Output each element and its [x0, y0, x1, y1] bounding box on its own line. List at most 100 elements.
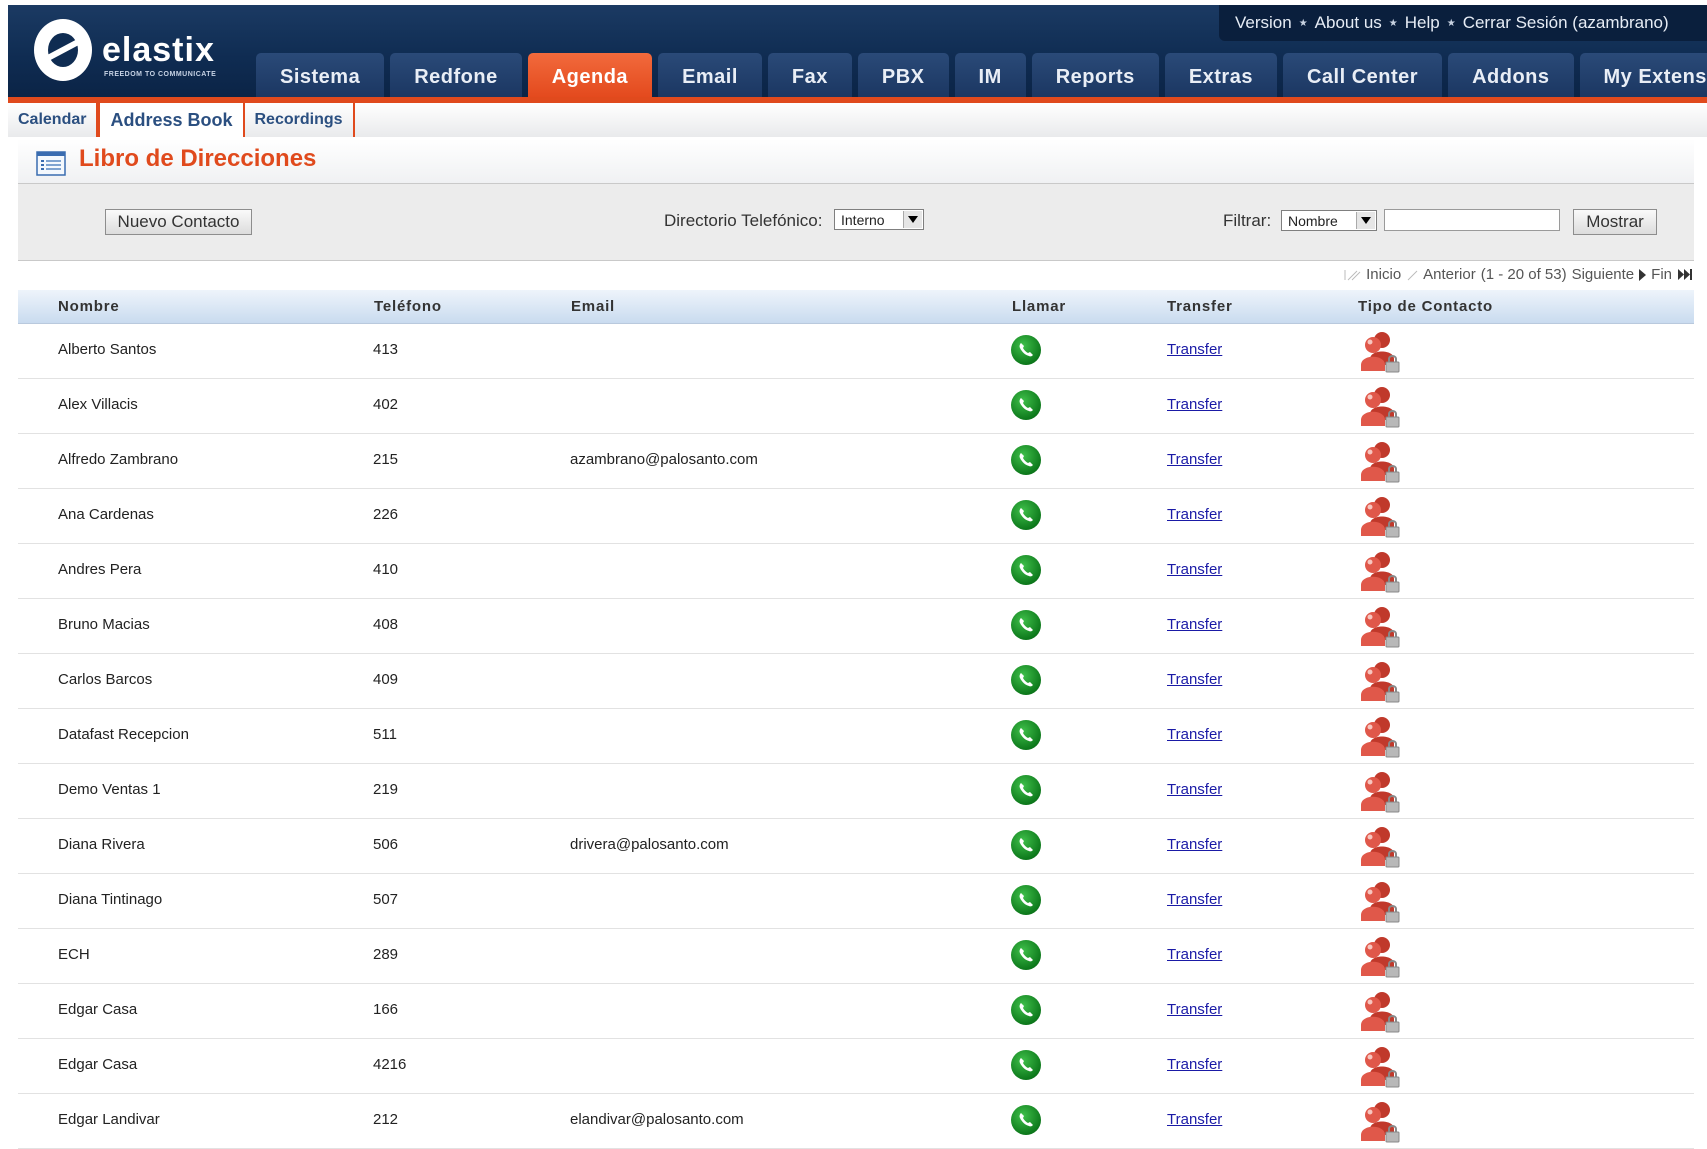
phone-call-icon[interactable] [1011, 335, 1041, 365]
contact-name: Alex Villacis [58, 396, 138, 413]
phone-call-icon[interactable] [1011, 390, 1041, 420]
contact-phone: 212 [373, 1111, 398, 1128]
help-link[interactable]: Help [1405, 13, 1440, 33]
tab-reports[interactable]: Reports [1032, 53, 1159, 101]
subtab-calendar[interactable]: Calendar [8, 103, 98, 137]
table-row: Andres Pera 410 Transfer [18, 543, 1694, 599]
logo-word: elastix [102, 31, 215, 70]
internal-contact-icon [1356, 824, 1402, 870]
prev-page-link[interactable]: Anterior [1423, 266, 1476, 283]
tab-addons[interactable]: Addons [1448, 53, 1573, 101]
internal-contact-icon [1356, 1099, 1402, 1145]
tab-extras[interactable]: Extras [1165, 53, 1277, 101]
transfer-link[interactable]: Transfer [1167, 506, 1222, 523]
next-page-icon[interactable] [1639, 269, 1646, 281]
phone-call-icon[interactable] [1011, 720, 1041, 750]
internal-contact-icon [1356, 879, 1402, 925]
phone-call-icon[interactable] [1011, 1105, 1041, 1135]
tab-my-extension[interactable]: My Extension [1580, 53, 1707, 101]
phone-call-icon[interactable] [1011, 1050, 1041, 1080]
last-page-link[interactable]: Fin [1651, 266, 1672, 283]
col-header-name[interactable]: Nombre [58, 298, 119, 315]
internal-contact-icon [1356, 1044, 1402, 1090]
directory-select[interactable]: Interno [834, 209, 924, 230]
contact-name: Alberto Santos [58, 341, 156, 358]
transfer-link[interactable]: Transfer [1167, 781, 1222, 798]
contact-phone: 166 [373, 1001, 398, 1018]
transfer-link[interactable]: Transfer [1167, 671, 1222, 688]
title-bar: Libro de Direcciones [18, 139, 1694, 183]
transfer-link[interactable]: Transfer [1167, 726, 1222, 743]
tab-agenda[interactable]: Agenda [528, 53, 652, 101]
phone-call-icon[interactable] [1011, 500, 1041, 530]
subtab-recordings[interactable]: Recordings [245, 103, 355, 137]
phone-call-icon[interactable] [1011, 445, 1041, 475]
transfer-link[interactable]: Transfer [1167, 616, 1222, 633]
transfer-link[interactable]: Transfer [1167, 1111, 1222, 1128]
about-us-link[interactable]: About us [1315, 13, 1382, 33]
contact-name: Demo Ventas 1 [58, 781, 161, 798]
tab-fax[interactable]: Fax [768, 53, 852, 101]
contact-email: elandivar@palosanto.com [570, 1111, 744, 1128]
internal-contact-icon [1356, 329, 1402, 375]
transfer-link[interactable]: Transfer [1167, 561, 1222, 578]
phone-call-icon[interactable] [1011, 775, 1041, 805]
tab-sistema[interactable]: Sistema [256, 53, 384, 101]
transfer-link[interactable]: Transfer [1167, 836, 1222, 853]
contact-name: Edgar Casa [58, 1056, 137, 1073]
contact-name: Edgar Casa [58, 1001, 137, 1018]
filter-panel: Nuevo Contacto Directorio Telefónico: In… [18, 183, 1694, 261]
tab-pbx[interactable]: PBX [858, 53, 949, 101]
subtab-address-book[interactable]: Address Book [98, 103, 244, 137]
tab-im[interactable]: IM [955, 53, 1026, 101]
version-link[interactable]: Version [1235, 13, 1292, 33]
internal-contact-icon [1356, 384, 1402, 430]
transfer-link[interactable]: Transfer [1167, 1001, 1222, 1018]
filter-field-value: Nombre [1288, 213, 1338, 229]
page-range: (1 - 20 of 53) [1481, 266, 1567, 283]
col-header-email[interactable]: Email [571, 298, 615, 315]
phone-call-icon[interactable] [1011, 940, 1041, 970]
internal-contact-icon [1356, 439, 1402, 485]
table-row: Carlos Barcos409Transfer [18, 653, 1694, 709]
transfer-link[interactable]: Transfer [1167, 341, 1222, 358]
internal-contact-icon [1356, 714, 1402, 760]
elastix-logo[interactable]: elastix FREEDOM TO COMMUNICATE [34, 19, 244, 91]
phone-call-icon[interactable] [1011, 885, 1041, 915]
next-page-link[interactable]: Siguiente [1572, 266, 1635, 283]
table-row: Alfredo Zambrano215azambrano@palosanto.c… [18, 433, 1694, 489]
show-button[interactable]: Mostrar [1573, 209, 1657, 235]
first-page-link[interactable]: Inicio [1366, 266, 1401, 283]
contact-phone: 409 [373, 671, 398, 688]
transfer-link[interactable]: Transfer [1167, 1056, 1222, 1073]
last-page-icon[interactable] [1677, 268, 1693, 281]
logout-link[interactable]: Cerrar Sesión (azambrano) [1463, 13, 1669, 33]
filter-field-select[interactable]: Nombre [1281, 210, 1377, 231]
phone-call-icon[interactable] [1011, 665, 1041, 695]
col-header-phone[interactable]: Teléfono [374, 298, 442, 315]
transfer-link[interactable]: Transfer [1167, 891, 1222, 908]
filter-text-input[interactable] [1384, 209, 1560, 231]
new-contact-button[interactable]: Nuevo Contacto [105, 209, 252, 235]
phone-call-icon[interactable] [1011, 995, 1041, 1025]
transfer-link[interactable]: Transfer [1167, 396, 1222, 413]
sub-menu: CalendarAddress BookRecordings [8, 103, 1707, 137]
contact-phone: 219 [373, 781, 398, 798]
contact-phone: 289 [373, 946, 398, 963]
col-header-contact-type: Tipo de Contacto [1358, 298, 1493, 315]
tab-call-center[interactable]: Call Center [1283, 53, 1442, 101]
tab-email[interactable]: Email [658, 53, 762, 101]
phone-call-icon[interactable] [1011, 555, 1041, 585]
phone-call-icon[interactable] [1011, 610, 1041, 640]
contact-phone: 410 [373, 561, 398, 578]
contact-name: Andres Pera [58, 561, 141, 578]
contact-name: Diana Rivera [58, 836, 145, 853]
table-row: Datafast Recepcion511Transfer [18, 708, 1694, 764]
main-menu: SistemaRedfoneAgendaEmailFaxPBXIMReports… [256, 53, 1707, 101]
tab-redfone[interactable]: Redfone [390, 53, 522, 101]
phone-call-icon[interactable] [1011, 830, 1041, 860]
internal-contact-icon [1356, 659, 1402, 705]
transfer-link[interactable]: Transfer [1167, 946, 1222, 963]
separator-star-icon: ★ [1389, 18, 1398, 29]
transfer-link[interactable]: Transfer [1167, 451, 1222, 468]
